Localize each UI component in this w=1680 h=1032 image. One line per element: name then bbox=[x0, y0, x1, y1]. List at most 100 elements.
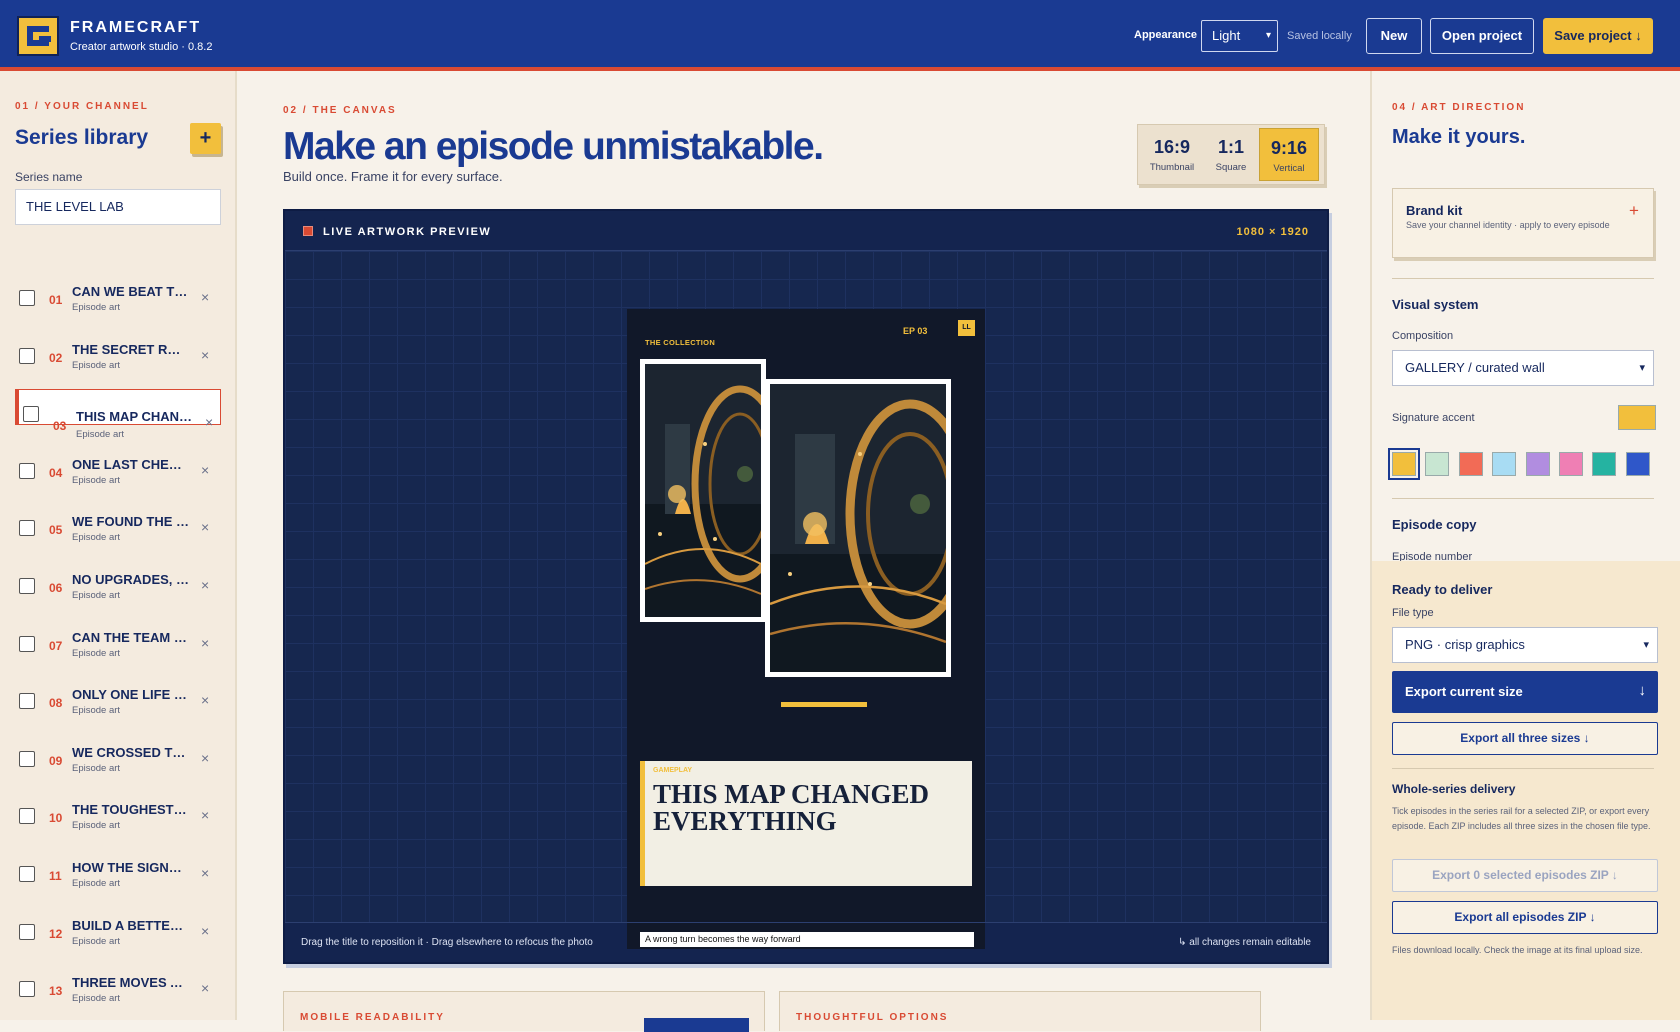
episode-item[interactable]: 13 THREE MOVES AHEAD Episode art × bbox=[15, 965, 221, 1017]
ratio-vertical-button[interactable]: 9:16 Vertical bbox=[1259, 128, 1319, 181]
episode-item[interactable]: 06 NO UPGRADES, NO PROBLEM Episode art × bbox=[15, 562, 221, 614]
artwork-photo-left[interactable] bbox=[640, 359, 766, 622]
accent-swatch[interactable] bbox=[1388, 448, 1420, 480]
episode-checkbox[interactable] bbox=[19, 635, 35, 652]
episode-item[interactable]: 11 HOW THE SIGNAL WORKS Episode art × bbox=[15, 850, 221, 902]
file-type-select[interactable]: PNG · crisp graphics ▾ bbox=[1392, 627, 1658, 663]
episode-checkbox[interactable] bbox=[19, 866, 35, 882]
divider bbox=[1392, 768, 1654, 769]
remove-episode-icon[interactable]: × bbox=[201, 519, 209, 535]
episode-item[interactable]: 08 ONLY ONE LIFE LEFT Episode art × bbox=[15, 677, 221, 729]
artwork-title-card[interactable]: GAMEPLAY THIS MAP CHANGED EVERYTHING bbox=[640, 761, 972, 886]
episode-status: Episode art bbox=[72, 532, 121, 544]
visual-system-heading: Visual system bbox=[1392, 297, 1479, 312]
card-action-button[interactable] bbox=[644, 1018, 749, 1032]
save-project-button[interactable]: Save project ↓ bbox=[1543, 18, 1653, 54]
ratio-square-button[interactable]: 1:1 Square bbox=[1204, 128, 1258, 181]
preview-footer: Drag the title to reposition it · Drag e… bbox=[285, 922, 1327, 962]
episode-title: CAN WE BEAT THE GAME bbox=[72, 284, 190, 299]
artwork-photo-right[interactable] bbox=[765, 379, 951, 677]
episode-checkbox[interactable] bbox=[19, 808, 35, 825]
series-sidebar: 01 / YOUR CHANNEL Series library + Serie… bbox=[0, 71, 237, 1020]
episode-status: Episode art bbox=[72, 820, 121, 832]
remove-episode-icon[interactable]: × bbox=[201, 750, 209, 766]
episode-checkbox[interactable] bbox=[19, 750, 35, 767]
episode-item[interactable]: 04 ONE LAST CHECKPOINT Episode art × bbox=[15, 447, 221, 499]
episode-number: 09 bbox=[49, 753, 63, 768]
accent-swatch[interactable] bbox=[1559, 452, 1583, 476]
episode-number: 02 bbox=[49, 350, 63, 365]
episode-item[interactable]: 02 THE SECRET ROOM Episode art × bbox=[15, 332, 221, 384]
episode-checkbox[interactable] bbox=[19, 347, 35, 364]
preview-edit-note: ↳ all changes remain editable bbox=[1178, 937, 1311, 948]
accent-swatch[interactable] bbox=[1592, 452, 1617, 476]
series-name-input[interactable]: THE LEVEL LAB bbox=[15, 189, 221, 225]
episode-item[interactable]: 10 THE TOUGHEST LEVEL Episode art × bbox=[15, 792, 221, 844]
appearance-select[interactable]: Light ▾ bbox=[1201, 20, 1278, 52]
preview-grid[interactable]: THE COLLECTION EP 03 LL GAMEPLAY THIS MA… bbox=[285, 251, 1327, 949]
accent-swatch[interactable] bbox=[1425, 452, 1450, 476]
episode-item[interactable]: 07 CAN THE TEAM WIN Episode art × bbox=[15, 620, 221, 672]
accent-swatch[interactable] bbox=[1492, 452, 1517, 476]
artwork-canvas[interactable]: THE COLLECTION EP 03 LL GAMEPLAY THIS MA… bbox=[627, 309, 985, 949]
composition-select[interactable]: GALLERY / curated wall ▾ bbox=[1392, 350, 1654, 386]
export-current-button[interactable]: Export current size ↓ bbox=[1392, 671, 1658, 713]
new-button[interactable]: New bbox=[1366, 18, 1422, 54]
appearance-label: Appearance bbox=[1134, 29, 1197, 41]
episode-item[interactable]: 05 WE FOUND THE EXIT Episode art × bbox=[15, 504, 221, 556]
episode-checkbox[interactable] bbox=[19, 578, 35, 594]
accent-swatch[interactable] bbox=[1625, 452, 1650, 476]
episode-status: Episode art bbox=[72, 878, 121, 889]
episode-checkbox[interactable] bbox=[23, 406, 39, 423]
preview-dimensions: 1080 × 1920 bbox=[1236, 226, 1309, 238]
open-project-button[interactable]: Open project bbox=[1430, 18, 1534, 54]
episode-item[interactable]: 09 WE CROSSED THE LINE Episode art × bbox=[15, 735, 221, 787]
export-selected-zip-button[interactable]: Export 0 selected episodes ZIP ↓ bbox=[1392, 859, 1658, 892]
app-subtitle: Creator artwork studio · 0.8.2 bbox=[70, 41, 213, 53]
ratio-value: 1:1 bbox=[1217, 137, 1244, 157]
accent-swatch[interactable] bbox=[1525, 452, 1550, 476]
episode-checkbox[interactable] bbox=[19, 693, 35, 710]
export-all-sizes-button[interactable]: Export all three sizes ↓ bbox=[1392, 722, 1658, 755]
app-name: FRAMECRAFT bbox=[70, 19, 202, 36]
sidebar-title: Series library bbox=[15, 126, 149, 149]
remove-episode-icon[interactable]: × bbox=[201, 289, 209, 305]
episode-checkbox[interactable] bbox=[19, 520, 35, 537]
chevron-down-icon: ▾ bbox=[1639, 362, 1645, 374]
ratio-name: Thumbnail bbox=[1149, 162, 1195, 173]
remove-episode-icon[interactable]: × bbox=[201, 980, 209, 996]
ratio-value: 9:16 bbox=[1270, 138, 1308, 158]
episode-title: NO UPGRADES, NO PROBLEM bbox=[72, 572, 190, 587]
remove-episode-icon[interactable]: × bbox=[201, 635, 209, 651]
add-brand-kit-icon[interactable]: + bbox=[1629, 201, 1639, 221]
episode-status: Episode art bbox=[72, 359, 121, 371]
brand-kit-card[interactable]: Brand kit Save your channel identity · a… bbox=[1392, 188, 1654, 258]
remove-episode-icon[interactable]: × bbox=[201, 923, 209, 939]
episode-item[interactable]: 12 BUILD A BETTER BASE Episode art × bbox=[15, 908, 221, 960]
remove-episode-icon[interactable]: × bbox=[201, 807, 209, 823]
ratio-thumbnail-button[interactable]: 16:9 Thumbnail bbox=[1141, 128, 1203, 181]
episode-item[interactable]: 01 CAN WE BEAT THE GAME Episode art × bbox=[15, 274, 221, 326]
add-series-button[interactable]: + bbox=[190, 123, 221, 154]
remove-episode-icon[interactable]: × bbox=[201, 462, 209, 478]
episode-checkbox[interactable] bbox=[19, 290, 35, 306]
ratio-name: Square bbox=[1215, 162, 1247, 173]
canvas-subline: Build once. Frame it for every surface. bbox=[283, 169, 503, 184]
export-all-episodes-zip-button[interactable]: Export all episodes ZIP ↓ bbox=[1392, 901, 1658, 934]
episode-checkbox[interactable] bbox=[19, 923, 35, 940]
accent-swatch[interactable] bbox=[1458, 452, 1483, 476]
episode-checkbox[interactable] bbox=[19, 462, 35, 479]
accent-color-picker[interactable] bbox=[1618, 405, 1656, 430]
episode-status: Episode art bbox=[72, 762, 121, 774]
remove-episode-icon[interactable]: × bbox=[205, 405, 213, 439]
brand-kit-desc: Save your channel identity · apply to ev… bbox=[1406, 220, 1610, 230]
remove-episode-icon[interactable]: × bbox=[201, 692, 209, 708]
remove-episode-icon[interactable]: × bbox=[201, 577, 209, 593]
deliver-panel: Ready to deliver File type PNG · crisp g… bbox=[1372, 561, 1680, 1020]
episode-checkbox[interactable] bbox=[19, 981, 35, 998]
series-name-label: Series name bbox=[15, 170, 83, 184]
remove-episode-icon[interactable]: × bbox=[201, 347, 209, 363]
episode-item[interactable]: 03THIS MAP CHANGED EVERYTHINGEpisode art… bbox=[15, 389, 221, 440]
ratio-name: Vertical bbox=[1273, 163, 1305, 174]
remove-episode-icon[interactable]: × bbox=[201, 865, 209, 881]
